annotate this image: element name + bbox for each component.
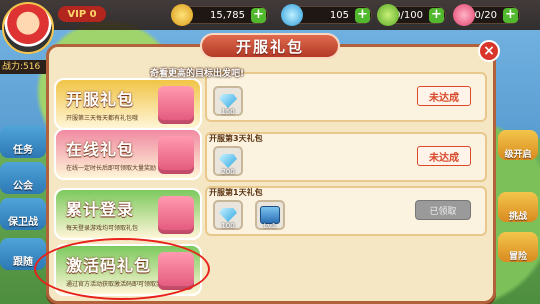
dialog-hint: 奇看更高的目标出发吧! xyxy=(150,69,245,79)
gift-box-icon xyxy=(158,136,194,174)
reward-item[interactable]: 150 xyxy=(213,86,243,116)
power-label: 战力:516 xyxy=(0,60,50,74)
gift-box-icon xyxy=(158,196,194,234)
gift-box-icon xyxy=(158,86,194,124)
coins-counter: 15,785 + xyxy=(171,4,268,26)
sidebar-item-tasks[interactable]: 任务 xyxy=(0,126,46,158)
sidebar-right-adventure[interactable]: 冒险 xyxy=(498,232,538,262)
lightning-icon xyxy=(377,4,399,26)
diamonds-value: 105 xyxy=(329,9,349,21)
sidebar-right-challenge[interactable]: 挑战 xyxy=(498,192,538,222)
pack-row: 开服第1天礼包 100 Lv1 已领取 xyxy=(205,186,487,236)
status-badge: 未达成 xyxy=(417,86,471,106)
diamonds-counter: 105 + xyxy=(281,4,372,26)
reward-quantity: 200 xyxy=(221,168,235,176)
add-diamonds-button[interactable]: + xyxy=(355,8,370,23)
gift-box-icon xyxy=(158,252,194,290)
reward-item[interactable]: 200 xyxy=(213,146,243,176)
sidebar-item-defense[interactable]: 保卫战 xyxy=(0,198,46,230)
reward-item[interactable]: Lv1 xyxy=(255,200,285,230)
reward-quantity: 100 xyxy=(221,222,235,230)
add-coins-button[interactable]: + xyxy=(251,8,266,23)
tab-2[interactable]: 在线礼包 在线一定时长后即可领取大量奖励 xyxy=(54,128,202,180)
vip-badge[interactable]: VIP 0 xyxy=(58,6,106,22)
sidebar-right-unlock[interactable]: 级开启 xyxy=(498,130,538,160)
pack-row: 开服第3天礼包 200 未达成 xyxy=(205,132,487,182)
pack-list[interactable]: 150 未达成 开服第3天礼包 200 未达成 开服第1天礼包 100 Lv1 已领取 xyxy=(205,60,487,298)
sidebar-item-label: 挑战 xyxy=(508,212,527,222)
pack-row: 150 未达成 xyxy=(205,72,487,122)
sidebar-item-label: 冒险 xyxy=(508,252,527,262)
energy-counter: 100/100 + xyxy=(377,4,446,26)
coin-icon xyxy=(171,4,193,26)
claimed-button[interactable]: 已领取 xyxy=(415,200,471,220)
diamond-icon xyxy=(219,208,237,222)
reward-quantity: 150 xyxy=(221,108,235,116)
tab-3[interactable]: 累计登录 每天登录游戏均可领取礼包 xyxy=(54,188,202,240)
sidebar-item-label: 跟随 xyxy=(13,257,33,268)
close-button[interactable]: × xyxy=(478,40,500,62)
hearts-counter: 20/20 + xyxy=(453,4,520,26)
diamond-icon xyxy=(281,4,303,26)
sidebar-item-label: 任务 xyxy=(13,145,33,156)
status-badge: 未达成 xyxy=(417,146,471,166)
pack-title: 开服第1天礼包 xyxy=(209,188,263,197)
pack-title: 开服第3天礼包 xyxy=(209,134,263,143)
dialog-title: 开服礼包 xyxy=(200,33,340,59)
sidebar-item-label: 公会 xyxy=(13,181,33,192)
avatar[interactable] xyxy=(2,2,54,54)
tab-1[interactable]: 开服礼包 开服第三天每天都有礼包哦 xyxy=(54,78,202,130)
heart-icon xyxy=(453,4,475,26)
coins-value: 15,785 xyxy=(210,9,245,21)
sidebar-item-follow[interactable]: 跟随 xyxy=(0,238,46,270)
sidebar-item-guild[interactable]: 公会 xyxy=(0,162,46,194)
add-hearts-button[interactable]: + xyxy=(503,8,518,23)
sidebar-item-label: 保卫战 xyxy=(8,217,38,228)
close-icon: × xyxy=(483,43,495,59)
reward-quantity: Lv1 xyxy=(263,222,277,230)
add-energy-button[interactable]: + xyxy=(429,8,444,23)
diamond-icon xyxy=(219,94,237,108)
tab-4[interactable]: 激活码礼包 通过官方活动获取激活码即可领取奖励 xyxy=(54,244,202,296)
reward-item[interactable]: 100 xyxy=(213,200,243,230)
sidebar-item-label: 级开启 xyxy=(504,150,532,160)
diamond-icon xyxy=(219,154,237,168)
